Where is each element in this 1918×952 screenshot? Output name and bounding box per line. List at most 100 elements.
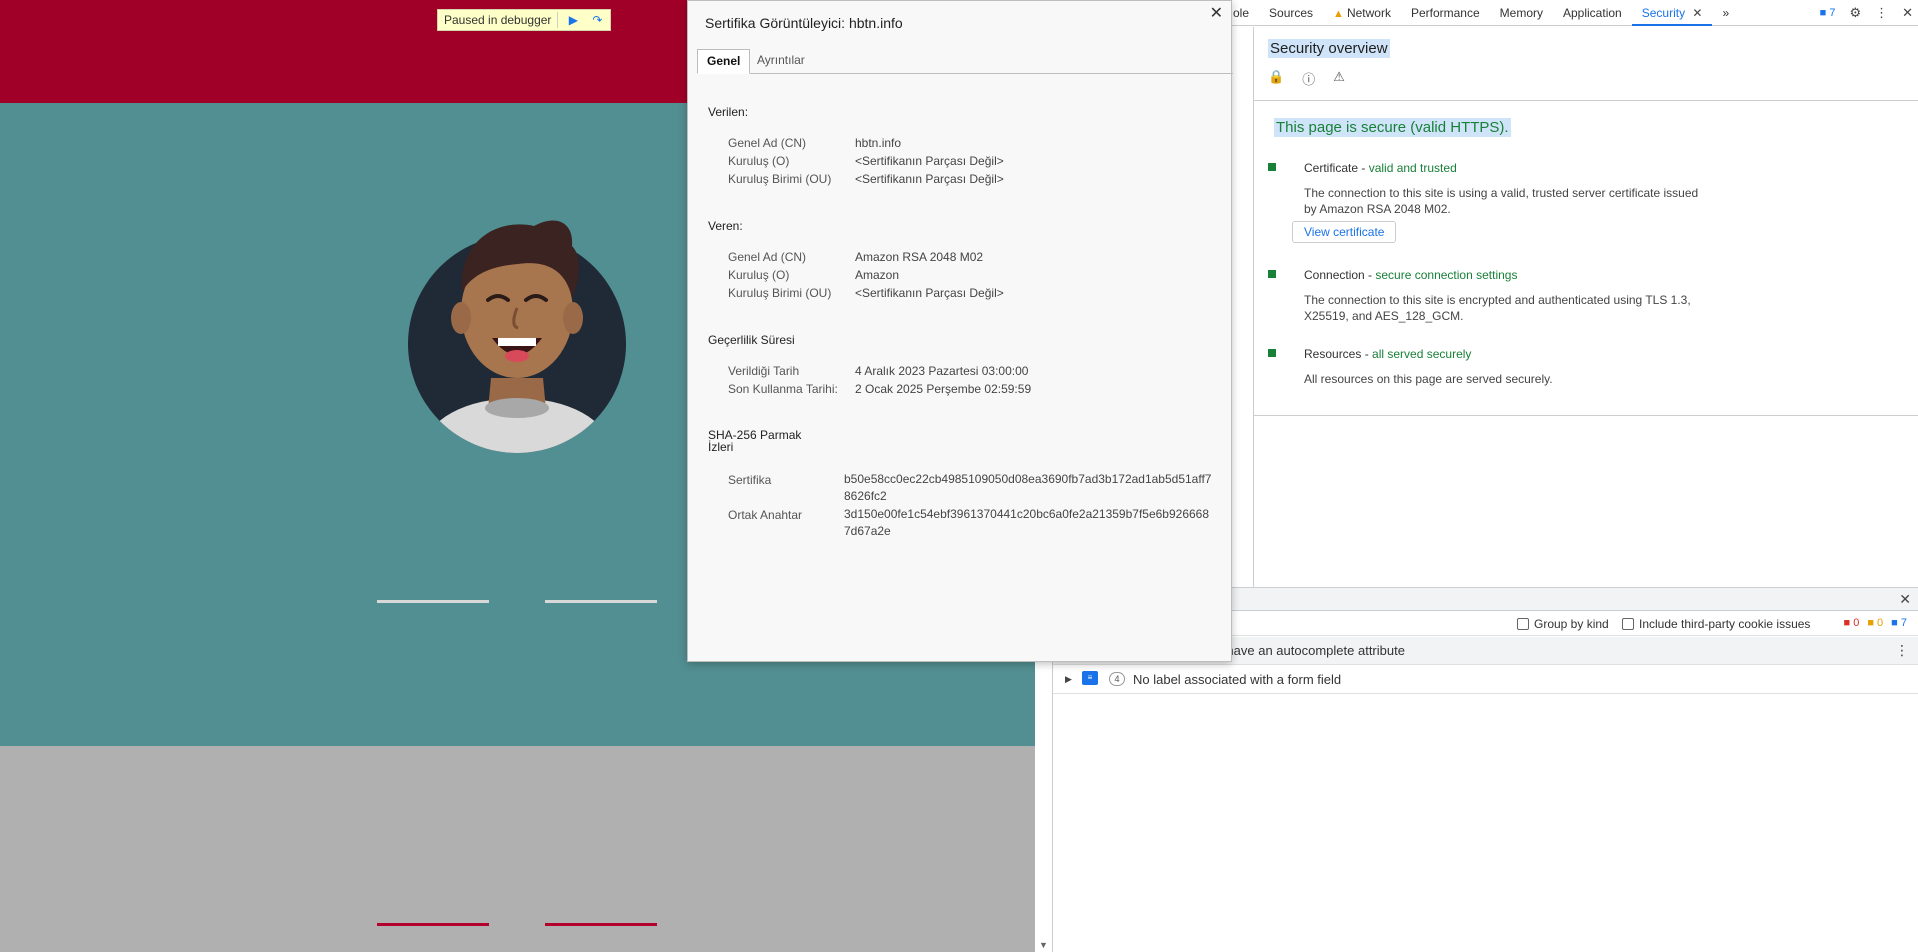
issue-count-badge: 4 <box>1109 672 1125 686</box>
validity-heading: Geçerlilik Süresi <box>708 333 795 347</box>
message-icon: ≡ <box>1082 671 1098 685</box>
issued-to-heading: Verilen: <box>708 105 749 119</box>
resources-description: All resources on this page are served se… <box>1304 372 1553 386</box>
debugger-label: Paused in debugger <box>444 13 552 27</box>
tab-label: Network <box>1346 6 1391 20</box>
field-label: Genel Ad (CN) <box>728 250 807 264</box>
field-label: Sertifika <box>728 473 772 487</box>
secure-status: This page is secure (valid HTTPS). <box>1274 118 1511 137</box>
gear-icon[interactable]: ⚙ <box>1849 5 1861 21</box>
status-square-icon <box>1268 349 1276 357</box>
lock-icon: 🔒 <box>1268 69 1285 84</box>
field-value: <Sertifikanın Parçası Değil> <box>855 172 1004 186</box>
tab-security[interactable]: Security ✕ <box>1631 0 1713 26</box>
paused-in-debugger-banner: Paused in debugger ▶ ↷ <box>437 9 612 31</box>
devtools-toolbar-right: ■ 7 ⚙ ⋮ ✕ <box>1820 0 1913 26</box>
issue-counts: ■ 0 ■ 0 ■ 7 <box>1844 617 1907 629</box>
connection-status: secure connection settings <box>1375 268 1518 282</box>
field-value: Amazon RSA 2048 M02 <box>855 250 984 264</box>
field-value: 4 Aralık 2023 Pazartesi 03:00:00 <box>855 364 1029 378</box>
status-square-icon <box>1268 163 1276 171</box>
info-icon: ⓘ <box>1302 72 1316 87</box>
resources-heading-label: Resources - <box>1304 347 1373 361</box>
certificate-heading-label: Certificate - <box>1304 161 1369 175</box>
divider <box>1254 415 1918 416</box>
more-tabs-button[interactable]: » <box>1712 0 1739 26</box>
certificate-fingerprint: b50e58cc0ec22cb4985109050d08ea3690fb7ad3… <box>844 472 1212 503</box>
resources-status: all served securely <box>1372 347 1472 361</box>
footer-section <box>0 746 1035 952</box>
scroll-down-icon[interactable]: ▼ <box>1039 940 1048 950</box>
error-count-value: 0 <box>1853 617 1860 629</box>
info-count-value: 7 <box>1900 617 1907 629</box>
issue-text: sn't have an autocomplete attribute <box>1203 643 1405 658</box>
divider <box>1254 100 1918 101</box>
field-value: <Sertifikanın Parçası Değil> <box>855 286 1004 300</box>
checkbox-label: Include third-party cookie issues <box>1639 617 1811 631</box>
field-value: <Sertifikanın Parçası Değil> <box>855 154 1004 168</box>
tab-performance[interactable]: Performance <box>1401 0 1490 26</box>
page-title: Security overview <box>1268 39 1390 58</box>
field-label: Kuruluş (O) <box>728 154 790 168</box>
fingerprints-heading: SHA-256 Parmak İzleri <box>708 429 801 453</box>
close-icon[interactable]: ✕ <box>1902 5 1913 21</box>
close-icon[interactable]: ✕ <box>1210 3 1223 23</box>
kebab-menu-icon[interactable]: ⋮ <box>1895 642 1909 659</box>
step-over-icon[interactable]: ↷ <box>588 11 606 29</box>
issue-row[interactable]: ▶ ≡ 4 No label associated with a form fi… <box>1053 666 1918 694</box>
checkbox-box[interactable] <box>1517 618 1529 630</box>
more-tabs-label: » <box>1722 6 1730 20</box>
third-party-cookie-checkbox[interactable]: Include third-party cookie issues <box>1622 617 1810 631</box>
connection-heading: Connection - secure connection settings <box>1304 268 1517 282</box>
tab-label: Memory <box>1499 6 1543 20</box>
warning-count-value: 0 <box>1877 617 1884 629</box>
decor-line <box>377 923 489 926</box>
info-count: ■ 7 <box>1891 617 1907 629</box>
warning-count: ■ 0 <box>1867 617 1884 629</box>
field-label: Kuruluş Birimi (OU) <box>728 286 832 300</box>
field-value: 2 Ocak 2025 Perşembe 02:59:59 <box>855 382 1032 396</box>
connection-description: The connection to this site is encrypted… <box>1304 293 1691 323</box>
checkbox-label: Group by kind <box>1534 617 1609 631</box>
certificate-viewer-dialog: Sertifika Görüntüleyici: hbtn.info ✕ Gen… <box>687 0 1233 662</box>
field-label: Kuruluş Birimi (OU) <box>728 172 832 186</box>
fingerprints-heading-line: İzleri <box>708 440 734 454</box>
resources-heading: Resources - all served securely <box>1304 347 1471 361</box>
tab-application[interactable]: Application <box>1553 0 1632 26</box>
warning-icon: ⚠ <box>1333 69 1345 84</box>
tab-memory[interactable]: Memory <box>1490 0 1553 26</box>
connection-heading-label: Connection - <box>1304 268 1376 282</box>
issues-badge[interactable]: ■ 7 <box>1820 7 1836 19</box>
divider <box>557 12 559 28</box>
view-certificate-button[interactable]: View certificate <box>1292 221 1397 243</box>
close-icon[interactable]: ✕ <box>1692 6 1702 20</box>
tab-label: Performance <box>1410 6 1480 20</box>
tab-details[interactable]: Ayrıntılar <box>748 49 814 74</box>
checkbox-box[interactable] <box>1622 618 1634 630</box>
error-count: ■ 0 <box>1843 617 1860 629</box>
issue-text: No label associated with a form field <box>1133 672 1342 687</box>
tab-label: Sources <box>1269 6 1314 20</box>
warning-icon: ▲ <box>1333 8 1344 20</box>
kebab-menu-icon[interactable]: ⋮ <box>1875 5 1888 21</box>
issued-by-heading: Veren: <box>708 219 743 233</box>
tab-general[interactable]: Genel <box>697 49 751 74</box>
field-label: Verildiği Tarih <box>728 364 800 378</box>
group-by-kind-checkbox[interactable]: Group by kind <box>1517 617 1609 631</box>
tab-sources[interactable]: Sources <box>1259 0 1323 26</box>
field-label: Son Kullanma Tarihi: <box>728 382 838 396</box>
decor-line <box>545 600 657 603</box>
resume-icon[interactable]: ▶ <box>564 11 582 29</box>
expand-arrow-icon[interactable]: ▶ <box>1065 674 1072 685</box>
security-legend: 🔒 ⓘ ⚠ <box>1268 69 1345 88</box>
field-label: Kuruluş (O) <box>728 268 790 282</box>
tab-network[interactable]: ▲ Network <box>1323 0 1401 26</box>
field-value: hbtn.info <box>855 136 902 150</box>
dialog-title: Sertifika Görüntüleyici: hbtn.info <box>705 15 903 31</box>
tab-label: Application <box>1563 6 1622 20</box>
security-overview-panel: Security overview 🔒 ⓘ ⚠ This page is sec… <box>1254 27 1918 587</box>
close-icon[interactable]: ✕ <box>1899 591 1911 608</box>
avatar-illustration <box>408 220 626 453</box>
field-label: Genel Ad (CN) <box>728 136 807 150</box>
status-square-icon <box>1268 270 1276 278</box>
